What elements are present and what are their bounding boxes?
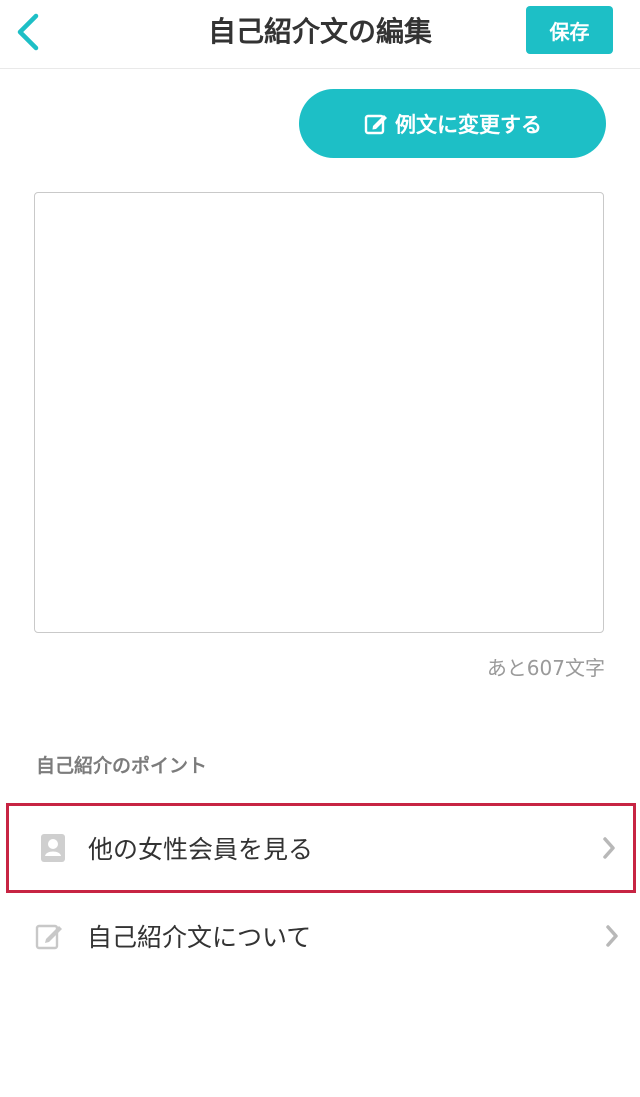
edit-icon bbox=[363, 111, 389, 137]
change-to-example-button[interactable]: 例文に変更する bbox=[299, 89, 606, 158]
list-item-label: 自己紹介文について bbox=[87, 923, 312, 952]
self-introduction-textarea[interactable] bbox=[34, 192, 604, 633]
section-title: 自己紹介のポイント bbox=[36, 755, 208, 777]
edit-icon bbox=[35, 924, 62, 950]
chevron-right-icon bbox=[606, 925, 618, 947]
save-button[interactable]: 保存 bbox=[526, 6, 613, 54]
profile-icon bbox=[41, 834, 65, 862]
chevron-right-icon bbox=[603, 837, 615, 859]
change-to-example-label: 例文に変更する bbox=[395, 112, 542, 137]
list-item-view-other-members[interactable]: 他の女性会員を見る bbox=[6, 803, 636, 893]
list-item-label: 他の女性会員を見る bbox=[88, 835, 314, 864]
remaining-char-count: あと607文字 bbox=[486, 656, 605, 680]
app-header: 自己紹介文の編集 保存 bbox=[0, 0, 640, 69]
list-item-about-self-introduction[interactable]: 自己紹介文について bbox=[0, 892, 640, 980]
